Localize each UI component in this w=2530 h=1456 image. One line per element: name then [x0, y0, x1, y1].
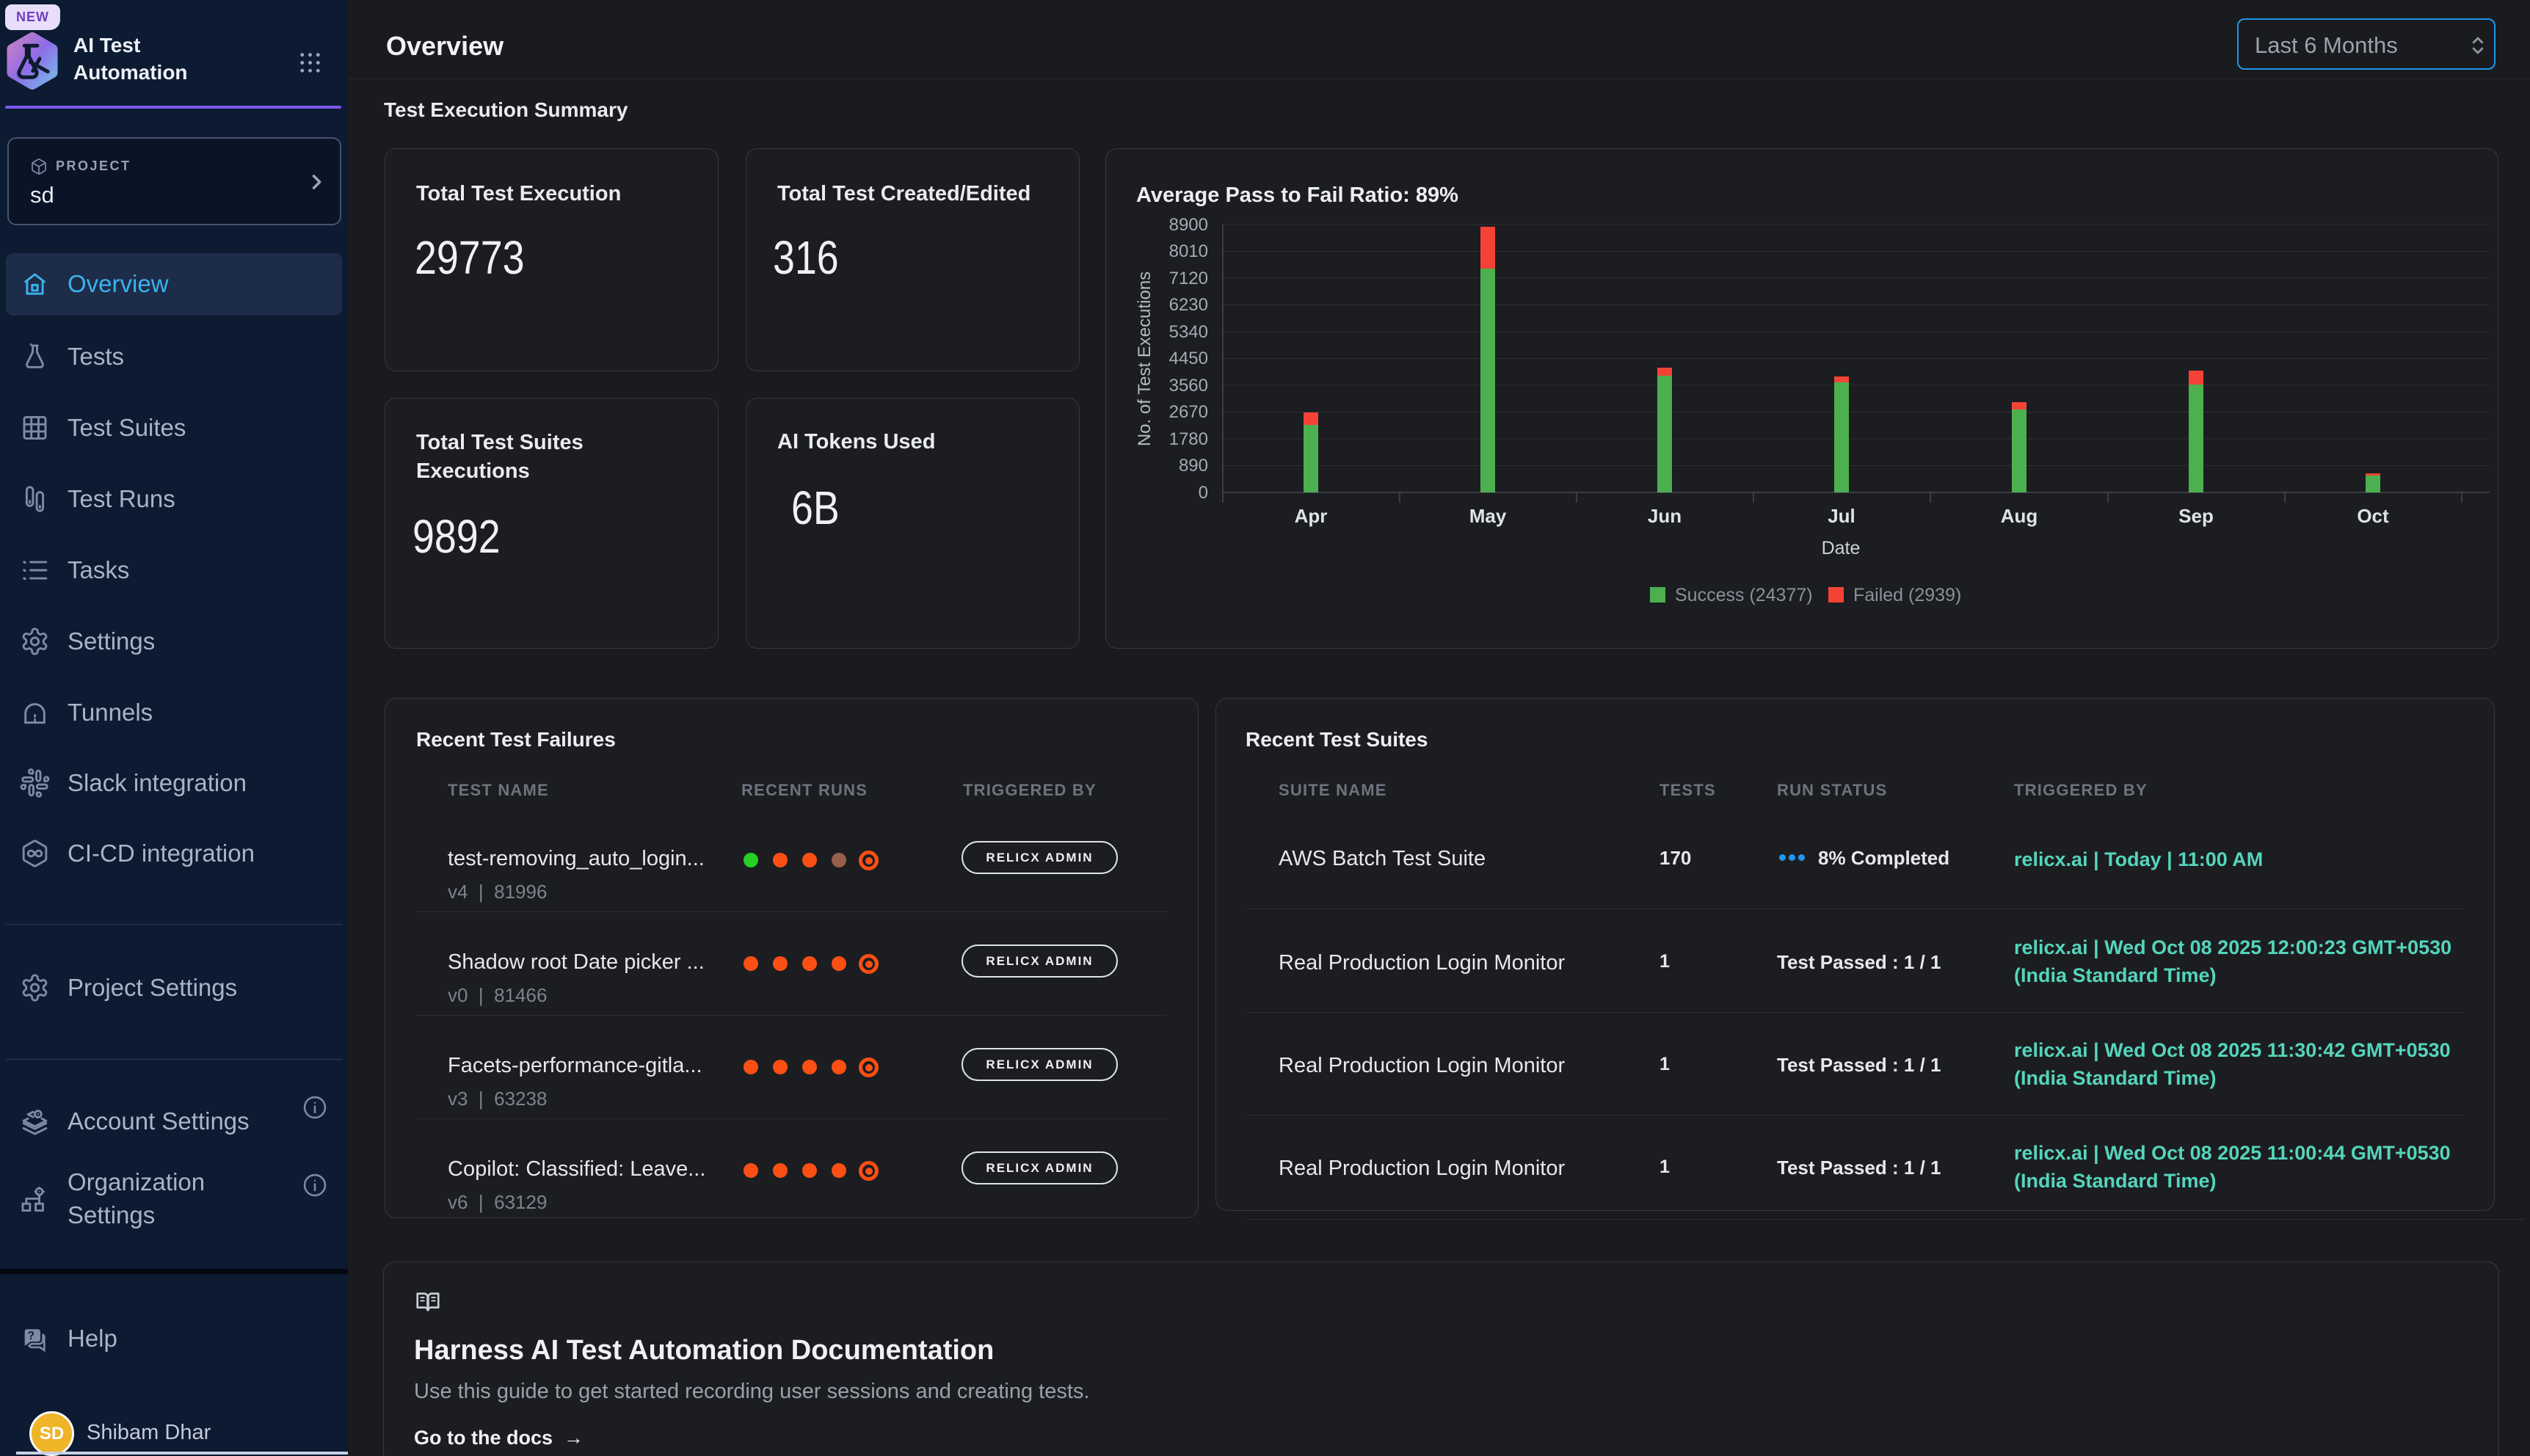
svg-text:No. of Test Executions: No. of Test Executions	[1135, 272, 1155, 446]
svg-text:0: 0	[1199, 483, 1208, 503]
svg-text:?: ?	[28, 1330, 34, 1342]
svg-text:Aug: Aug	[2001, 505, 2038, 527]
svg-text:8010: 8010	[1169, 241, 1208, 261]
svg-text:Oct: Oct	[2357, 505, 2389, 527]
svg-text:6230: 6230	[1169, 295, 1208, 315]
svg-text:Success (24377): Success (24377)	[1675, 585, 1813, 605]
svg-text:Jun: Jun	[1648, 505, 1682, 527]
svg-text:4450: 4450	[1169, 349, 1208, 368]
svg-text:890: 890	[1179, 456, 1208, 476]
svg-text:2670: 2670	[1169, 402, 1208, 422]
svg-text:Failed (2939): Failed (2939)	[1853, 585, 1961, 605]
svg-text:Date: Date	[1822, 538, 1861, 558]
svg-text:8900: 8900	[1169, 215, 1208, 235]
svg-text:5340: 5340	[1169, 322, 1208, 342]
svg-text:May: May	[1469, 505, 1507, 527]
svg-text:1780: 1780	[1169, 429, 1208, 449]
svg-text:Sep: Sep	[2178, 505, 2214, 527]
svg-text:Jul: Jul	[1828, 505, 1855, 527]
svg-text:3560: 3560	[1169, 376, 1208, 396]
svg-text:7120: 7120	[1169, 269, 1208, 288]
svg-text:Apr: Apr	[1295, 505, 1328, 527]
